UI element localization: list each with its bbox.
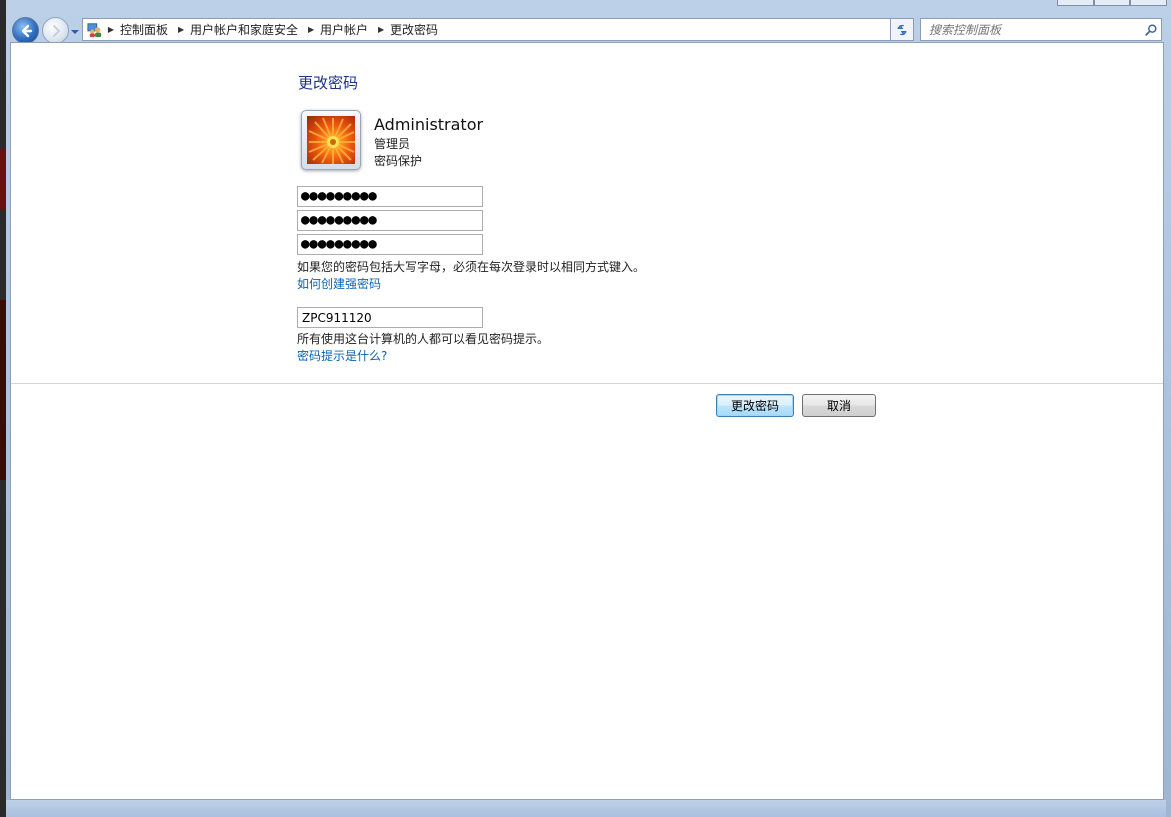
breadcrumb-user-accounts-family-safety[interactable]: 用户帐户和家庭安全 [188,21,304,38]
cancel-button[interactable]: 取消 [802,394,876,417]
minimize-button[interactable] [1057,0,1094,6]
user-role: 管理员 [374,137,411,151]
forward-button[interactable] [42,17,69,44]
address-bar[interactable]: ▶ 控制面板 ▶ 用户帐户和家庭安全 ▶ 用户帐户 ▶ 更改密码 [82,18,912,41]
new-password-field[interactable]: ●●●●●●●●● [297,210,483,231]
search-input[interactable] [921,19,1141,40]
page-title: 更改密码 [298,74,359,92]
divider [11,383,1163,384]
breadcrumb-separator-icon[interactable]: ▶ [104,25,118,34]
flower-avatar-icon [307,116,355,164]
back-arrow-icon [21,24,32,37]
control-panel-users-icon [86,21,104,39]
forward-arrow-icon [52,24,60,37]
breadcrumb-separator-icon[interactable]: ▶ [374,25,388,34]
user-name: Administrator [374,115,484,134]
window-bottom-edge [6,800,1166,817]
strong-password-link[interactable]: 如何创建强密码 [297,275,381,292]
current-password-field[interactable]: ●●●●●●●●● [297,186,483,207]
hint-visibility-note: 所有使用这台计算机的人都可以看见密码提示。 [297,332,550,346]
breadcrumb-user-accounts[interactable]: 用户帐户 [318,21,374,38]
breadcrumb-control-panel[interactable]: 控制面板 [118,21,174,38]
user-status: 密码保护 [374,154,423,168]
refresh-button[interactable] [890,18,914,41]
search-icon[interactable] [1141,20,1161,40]
breadcrumb-separator-icon[interactable]: ▶ [304,25,318,34]
window-caption-buttons [1057,0,1168,6]
back-button[interactable] [12,17,39,44]
maximize-button[interactable] [1093,0,1131,6]
search-box[interactable] [920,18,1162,41]
password-hint-field[interactable] [297,307,483,328]
confirm-password-field[interactable]: ●●●●●●●●● [297,234,483,255]
breadcrumb-change-password[interactable]: 更改密码 [388,21,444,38]
refresh-icon [897,24,907,35]
change-password-button[interactable]: 更改密码 [716,394,794,417]
password-case-note: 如果您的密码包括大写字母，必须在每次登录时以相同方式键入。 [297,260,646,274]
recent-pages-dropdown[interactable] [70,26,80,36]
chevron-down-icon [71,30,79,34]
background-window-edge [0,0,6,817]
content-pane: 更改密码 Administrator 管理员 密码保护 ●●●●●●●●● ●●… [10,42,1164,800]
breadcrumb-separator-icon[interactable]: ▶ [174,25,188,34]
password-hint-help-link[interactable]: 密码提示是什么? [297,347,387,364]
close-button[interactable] [1130,0,1168,6]
avatar [301,110,361,170]
